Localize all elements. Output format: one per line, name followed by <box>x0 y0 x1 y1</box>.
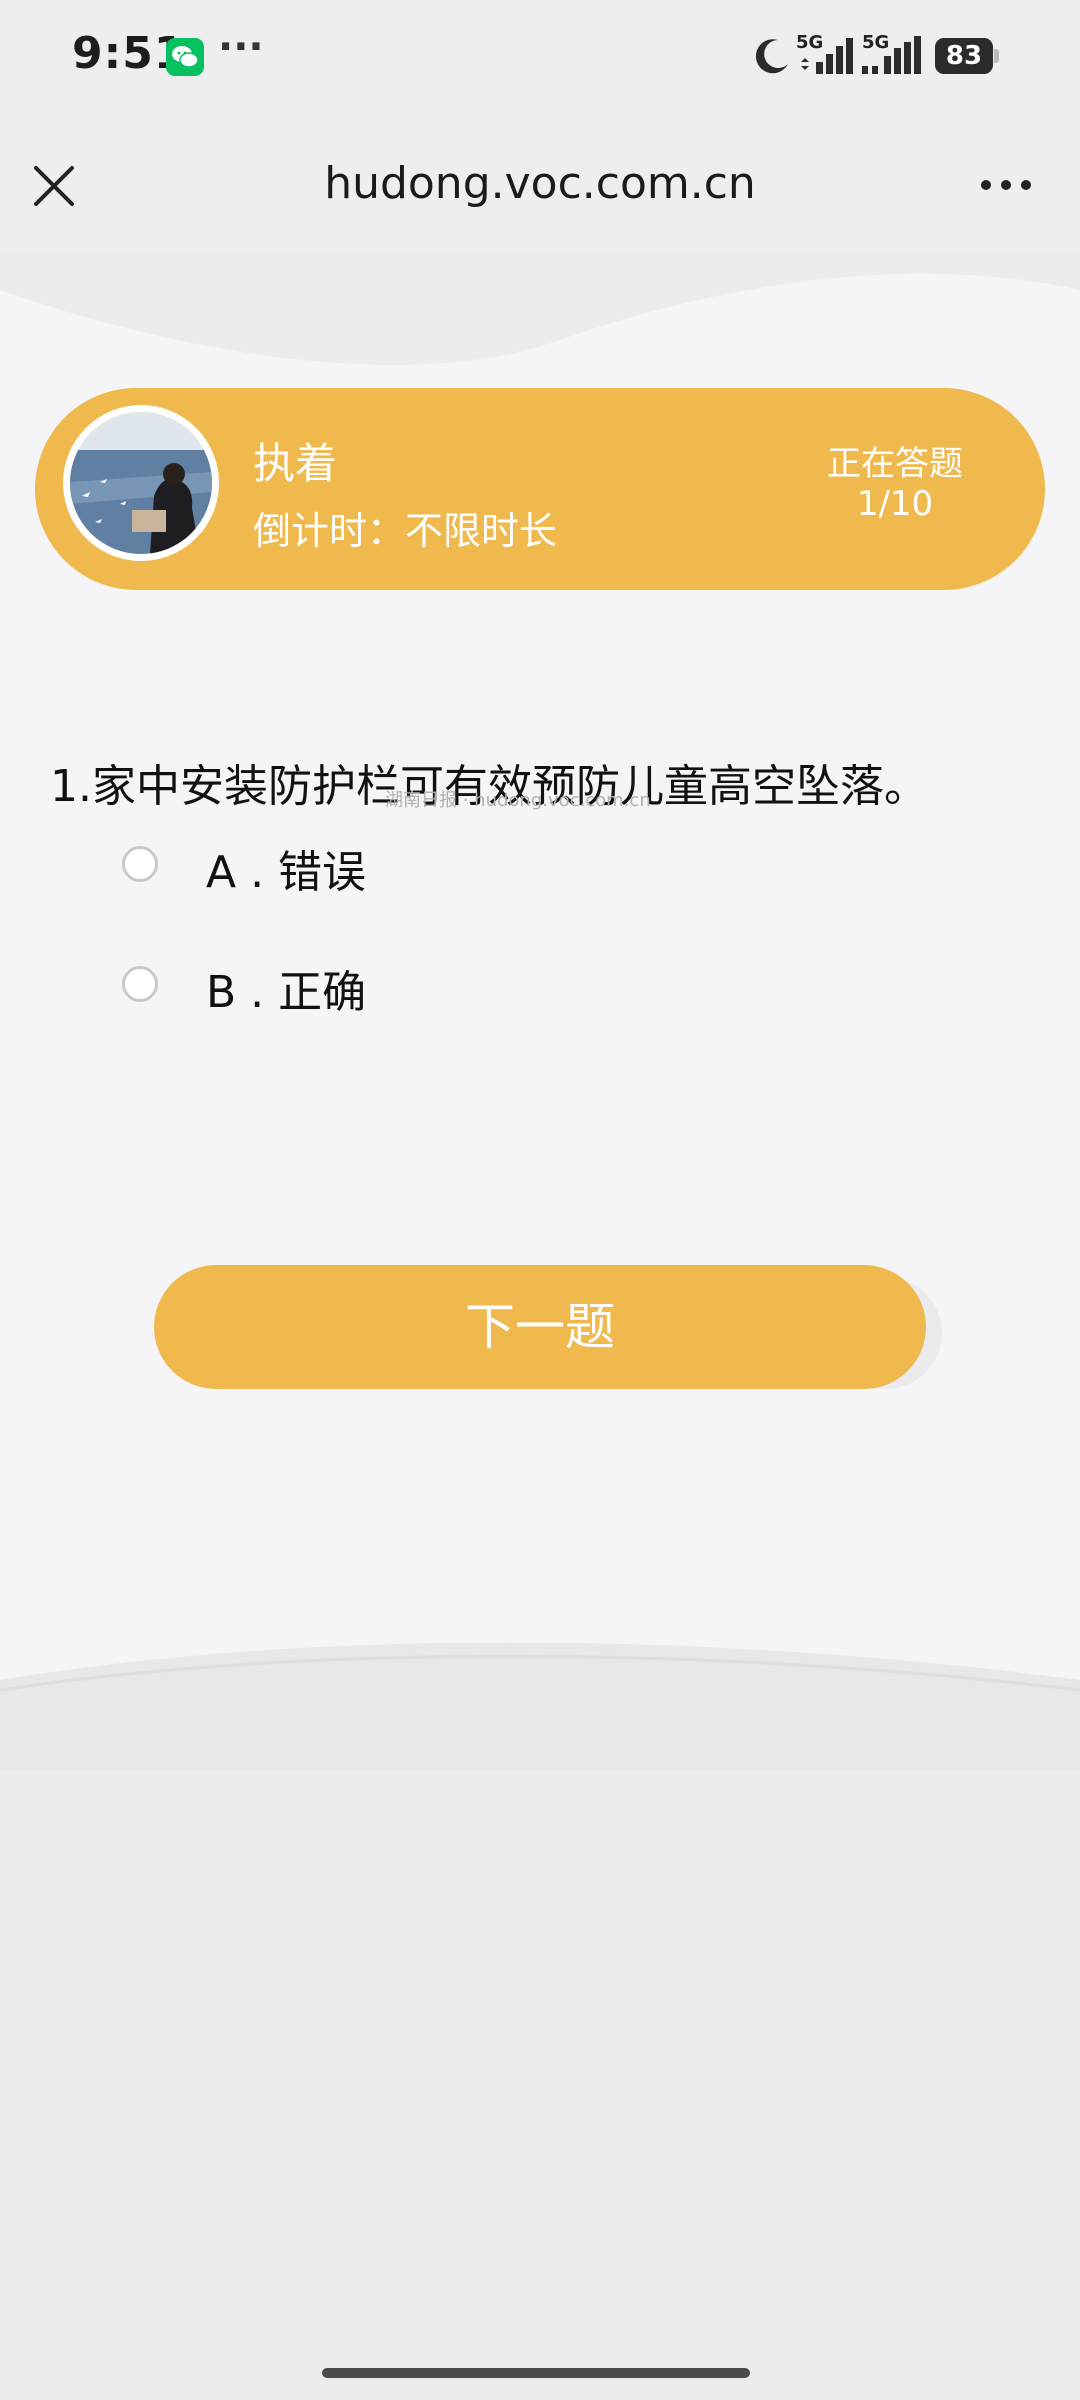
user-name: 执着 <box>253 439 338 488</box>
home-indicator[interactable] <box>322 2368 750 2378</box>
option-b[interactable]: B . 正确 <box>122 956 722 1018</box>
signal-icon <box>862 36 921 74</box>
wechat-icon <box>166 38 204 76</box>
signal-icon <box>801 38 853 74</box>
more-horizontal-icon[interactable] <box>976 170 1036 200</box>
quiz-page: 执着 倒计时：不限时长 正在答题 1/10 1.家中安装防护栏可有效预防儿童高空… <box>0 250 1080 1770</box>
status-bar: 9:51 ··· 5G 5G 83 <box>0 0 1080 120</box>
watermark: 湖南日报 · hudong.voc.com.cn <box>385 790 651 811</box>
option-label: B . 正确 <box>206 967 367 1018</box>
profile-card: 执着 倒计时：不限时长 正在答题 1/10 <box>35 388 1045 590</box>
radio-button[interactable] <box>122 846 158 882</box>
browser-title-bar: hudong.voc.com.cn <box>0 120 1080 250</box>
more-notifications-icon: ··· <box>218 24 264 70</box>
battery-cap <box>994 49 999 63</box>
next-question-button[interactable]: 下一题 <box>154 1265 926 1389</box>
countdown-label: 倒计时：不限时长 <box>253 509 558 553</box>
battery-indicator: 83 <box>935 38 993 74</box>
question-progress: 1/10 <box>856 484 934 524</box>
avatar <box>63 405 219 561</box>
moon-icon <box>755 39 788 74</box>
close-icon[interactable] <box>30 162 78 210</box>
option-label: A . 错误 <box>206 847 367 898</box>
radio-button[interactable] <box>122 966 158 1002</box>
answer-status: 正在答题 <box>827 444 963 484</box>
option-a[interactable]: A . 错误 <box>122 836 722 898</box>
page-url: hudong.voc.com.cn <box>324 158 756 209</box>
